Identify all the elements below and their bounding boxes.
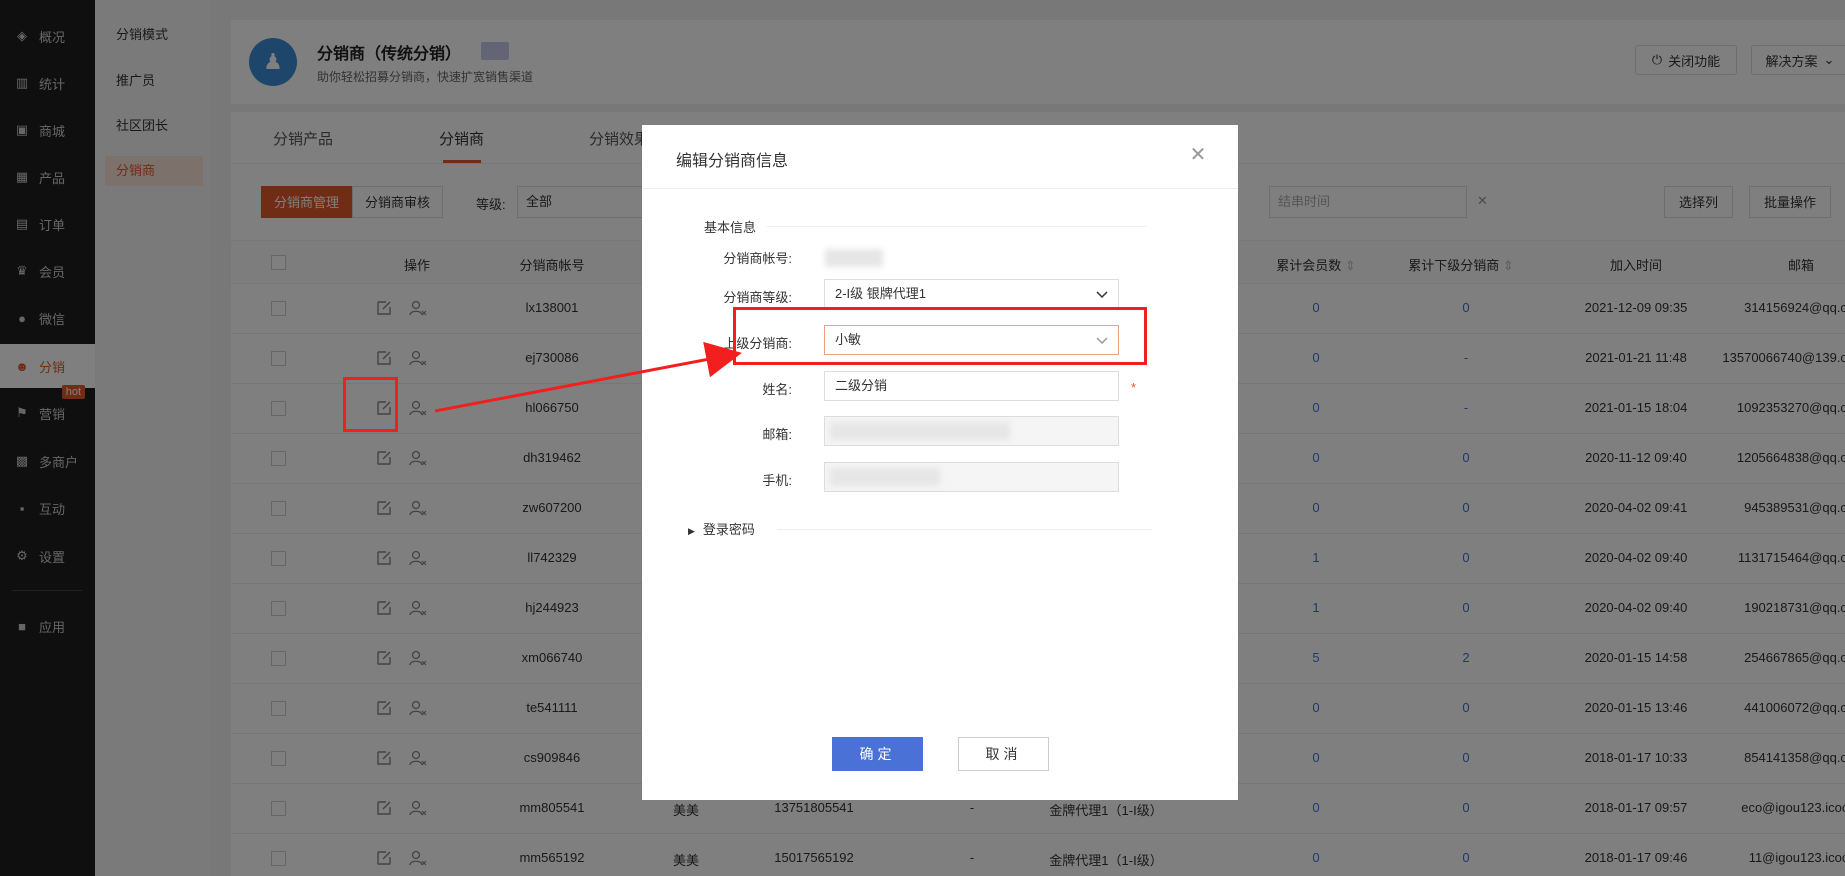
account-label: 分销商帐号: — [723, 251, 792, 266]
basic-info-heading: 基本信息 — [704, 220, 757, 235]
level-select[interactable]: 2-I级 银牌代理1 — [824, 279, 1119, 309]
email-value-redacted — [830, 422, 1010, 440]
account-value-redacted — [825, 249, 883, 267]
level-label: 分销商等级: — [723, 290, 792, 305]
name-input[interactable]: 二级分销 — [824, 371, 1119, 401]
section-divider — [777, 529, 1152, 530]
annotation-highlight-edit — [343, 377, 398, 432]
caret-right-icon: ▶ — [688, 526, 695, 536]
required-mark: * — [1131, 380, 1137, 395]
section-divider — [767, 226, 1147, 227]
confirm-button[interactable]: 确定 — [832, 737, 923, 771]
annotation-highlight-parent — [733, 307, 1147, 365]
modal-divider — [642, 188, 1238, 189]
phone-label: 手机: — [762, 473, 792, 488]
modal-title: 编辑分销商信息 — [676, 153, 789, 170]
phone-value-redacted — [830, 468, 940, 486]
password-section-toggle[interactable]: ▶ 登录密码 — [688, 519, 755, 538]
cancel-button[interactable]: 取消 — [958, 737, 1049, 771]
edit-distributor-modal: 编辑分销商信息 ✕ 基本信息 分销商帐号: 分销商等级: 2-I级 银牌代理1 … — [642, 125, 1238, 800]
chevron-down-icon — [1096, 291, 1108, 299]
close-icon[interactable]: ✕ — [1188, 145, 1208, 165]
name-label: 姓名: — [762, 382, 792, 397]
email-label: 邮箱: — [762, 427, 792, 442]
